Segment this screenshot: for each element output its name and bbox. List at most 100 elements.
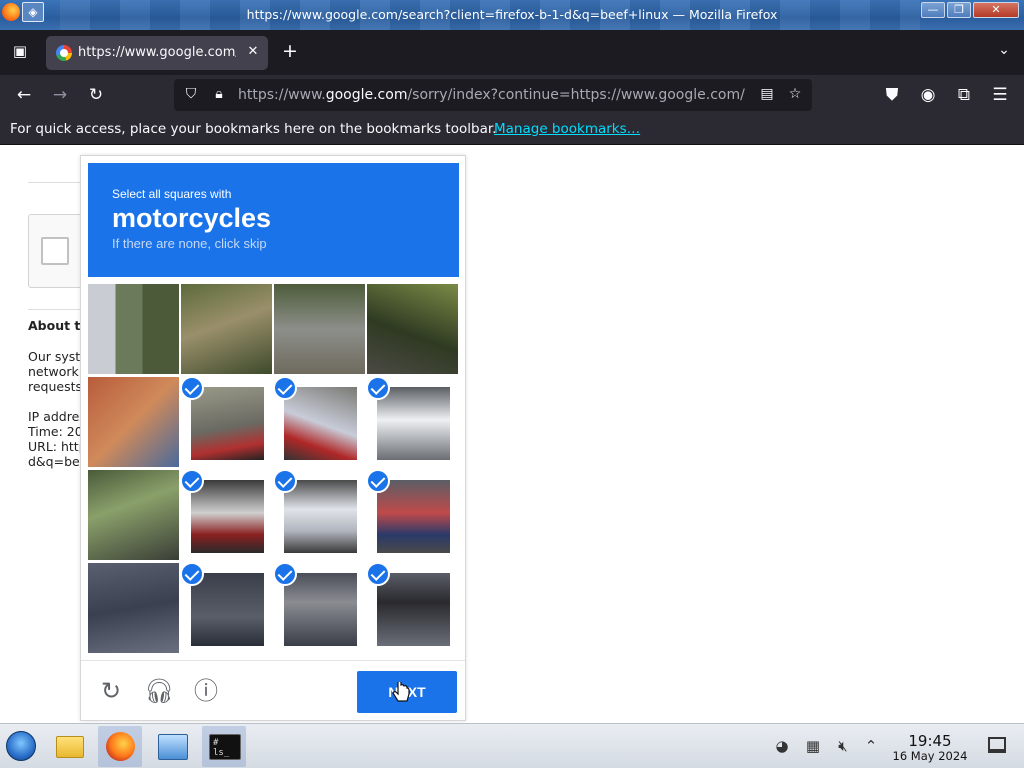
captcha-tile[interactable] (88, 470, 179, 560)
challenge-header: Select all squares with motorcycles If t… (88, 163, 459, 277)
captcha-tile[interactable] (88, 284, 179, 374)
bookmark-star-icon[interactable]: ☆ (786, 86, 804, 104)
folder-icon (56, 736, 84, 758)
tile-image (377, 387, 450, 460)
tile-image (377, 573, 450, 646)
tile-image (367, 284, 458, 374)
taskbar: # ls_ ◕ ▦ 🔇︎ ⌃ 19:45 16 May 2024 (0, 723, 1024, 768)
network-tray-icon[interactable]: ◕ (772, 736, 792, 756)
start-menu-button[interactable] (6, 731, 36, 761)
captcha-tile[interactable] (367, 563, 458, 653)
lock-icon[interactable]: 🔒︎ (210, 86, 228, 104)
hand-cursor-icon (392, 682, 410, 702)
show-desktop-icon[interactable] (988, 737, 1006, 753)
tracking-shield-icon[interactable]: ⛉ (182, 86, 200, 104)
firefox-taskbar-item[interactable] (98, 726, 142, 767)
page-text-line: Our syste (28, 349, 88, 364)
url-bar[interactable]: ⛉ 🔒︎ https://www.google.com/sorry/index?… (174, 79, 812, 111)
file-manager-taskbar-item[interactable] (48, 726, 92, 767)
close-window-button[interactable]: ✕ (973, 2, 1019, 18)
firefox-view-icon[interactable]: ▣ (10, 42, 30, 62)
captcha-tile[interactable] (181, 470, 272, 560)
tile-image (284, 573, 357, 646)
maximize-button[interactable]: ❐ (947, 2, 971, 18)
page-text-line: network. (28, 364, 83, 379)
tile-image (284, 387, 357, 460)
tile-image (377, 480, 450, 553)
tile-image (191, 480, 264, 553)
menu-hamburger-icon[interactable]: ☰ (989, 85, 1011, 107)
tile-image (274, 284, 365, 374)
captcha-tile[interactable] (274, 563, 365, 653)
list-all-tabs-button[interactable]: ⌄ (994, 42, 1014, 62)
extensions-icon[interactable]: ⧉ (953, 85, 975, 107)
captcha-tile[interactable] (88, 563, 179, 653)
reader-view-icon[interactable]: ▤ (758, 86, 776, 104)
bookmarks-message: For quick access, place your bookmarks h… (10, 121, 497, 137)
tab-strip: ▣ https://www.google.com/ ✕ + ⌄ (0, 30, 1024, 75)
captcha-tile[interactable] (367, 377, 458, 467)
tile-image (181, 284, 272, 374)
captcha-tile[interactable] (274, 377, 365, 467)
firefox-icon (106, 732, 135, 761)
google-favicon-icon (56, 45, 72, 61)
pocket-icon[interactable]: ⛊ (881, 85, 903, 107)
recaptcha-checkbox[interactable] (41, 237, 69, 265)
clock-date[interactable]: 16 May 2024 (885, 749, 975, 763)
captcha-tile[interactable] (181, 284, 272, 374)
tile-image (88, 563, 179, 653)
page-text-line: IP addres (28, 409, 86, 424)
divider (28, 182, 88, 183)
captcha-tile[interactable] (274, 284, 365, 374)
image-grid (88, 284, 459, 654)
tile-image (191, 573, 264, 646)
window-titlebar: ◈ https://www.google.com/search?client=f… (0, 0, 1024, 30)
network-monitor-icon (158, 734, 188, 760)
tile-image (88, 470, 179, 560)
captcha-tile[interactable] (181, 563, 272, 653)
recaptcha-widget[interactable] (28, 214, 88, 288)
bookmarks-toolbar: For quick access, place your bookmarks h… (0, 115, 1024, 145)
captcha-tile[interactable] (367, 470, 458, 560)
challenge-instruction: Select all squares with (112, 187, 232, 201)
forward-arrow-icon[interactable]: → (49, 85, 71, 107)
terminal-taskbar-item[interactable]: # ls_ (202, 726, 246, 767)
page-text-line: d&q=bee (28, 454, 88, 469)
back-arrow-icon[interactable]: ← (13, 85, 35, 107)
captcha-tile[interactable] (274, 470, 365, 560)
network-taskbar-item[interactable] (150, 726, 194, 767)
reload-challenge-icon[interactable]: ↻ (97, 677, 125, 705)
clock-time[interactable]: 19:45 (890, 732, 970, 750)
minimize-button[interactable]: — (921, 2, 945, 18)
divider (28, 309, 88, 310)
window-title: https://www.google.com/search?client=fir… (246, 7, 778, 22)
clipboard-tray-icon[interactable]: ▦ (803, 736, 823, 756)
page-text-line: URL: http (28, 439, 87, 454)
audio-challenge-icon[interactable]: 🎧︎ (144, 677, 174, 705)
tile-image (191, 387, 264, 460)
show-hidden-icons-chevron-icon[interactable]: ⌃ (861, 736, 881, 756)
tab-title: https://www.google.com/ (78, 45, 236, 60)
tile-image (88, 377, 179, 467)
reload-icon[interactable]: ↻ (85, 85, 107, 107)
captcha-tile[interactable] (88, 377, 179, 467)
url-text[interactable]: https://www.google.com/sorry/index?conti… (238, 87, 746, 103)
navigation-toolbar: ← → ↻ ⛉ 🔒︎ https://www.google.com/sorry/… (0, 75, 1024, 115)
captcha-tile[interactable] (367, 284, 458, 374)
tab-google[interactable]: https://www.google.com/ ✕ (46, 36, 268, 70)
info-icon[interactable]: ⓘ (192, 677, 220, 705)
manage-bookmarks-link[interactable]: Manage bookmarks… (494, 121, 640, 137)
challenge-hint: If there are none, click skip (112, 236, 267, 251)
terminal-icon: # ls_ (209, 734, 241, 760)
volume-muted-icon[interactable]: 🔇︎ (833, 736, 853, 756)
page-text-line: requests (28, 379, 83, 394)
captcha-tile[interactable] (181, 377, 272, 467)
tile-image (88, 284, 179, 374)
challenge-target: motorcycles (112, 203, 272, 233)
page-text-line: Time: 20 (28, 424, 83, 439)
tile-image (284, 480, 357, 553)
close-tab-icon[interactable]: ✕ (244, 43, 262, 61)
recaptcha-challenge: Select all squares with motorcycles If t… (80, 155, 466, 721)
account-icon[interactable]: ◉ (917, 85, 939, 107)
new-tab-button[interactable]: + (280, 42, 300, 62)
